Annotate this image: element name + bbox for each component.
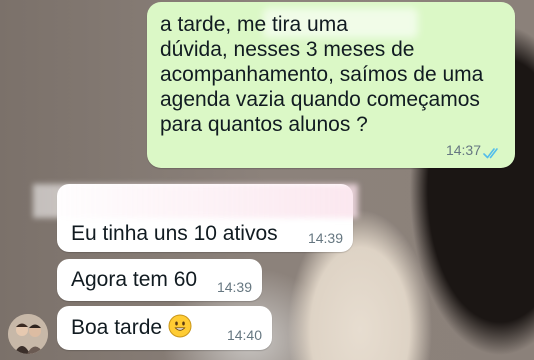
redacted-name-blur [33,184,358,218]
incoming-message-bubble[interactable]: Boa tarde 14:40 [57,306,272,350]
incoming-message-bubble[interactable]: Eu tinha uns 10 ativos 14:39 [33,184,358,252]
outgoing-message-time: 14:37 [445,142,481,158]
read-ticks-icon [483,148,498,159]
incoming-message-time: 14:40 [226,327,262,343]
outgoing-message-bubble[interactable]: a tarde, me tira uma dúvida, nesses 3 me… [147,2,515,168]
smiling-face-emoji-icon [168,314,192,338]
incoming-message-time: 14:39 [307,230,343,246]
incoming-message-text: Boa tarde [71,316,163,339]
sender-avatar[interactable] [8,314,48,354]
incoming-message-text-wrap: Boa tarde [71,314,192,340]
outgoing-message-text: a tarde, me tira uma dúvida, nesses 3 me… [160,13,484,136]
incoming-message-text: Agora tem 60 [71,268,198,291]
incoming-message-time: 14:39 [216,279,252,295]
incoming-message-bubble[interactable]: Agora tem 60 14:39 [57,259,262,301]
incoming-message-text: Eu tinha uns 10 ativos [71,222,278,245]
avatar-photo-icon [8,314,48,354]
